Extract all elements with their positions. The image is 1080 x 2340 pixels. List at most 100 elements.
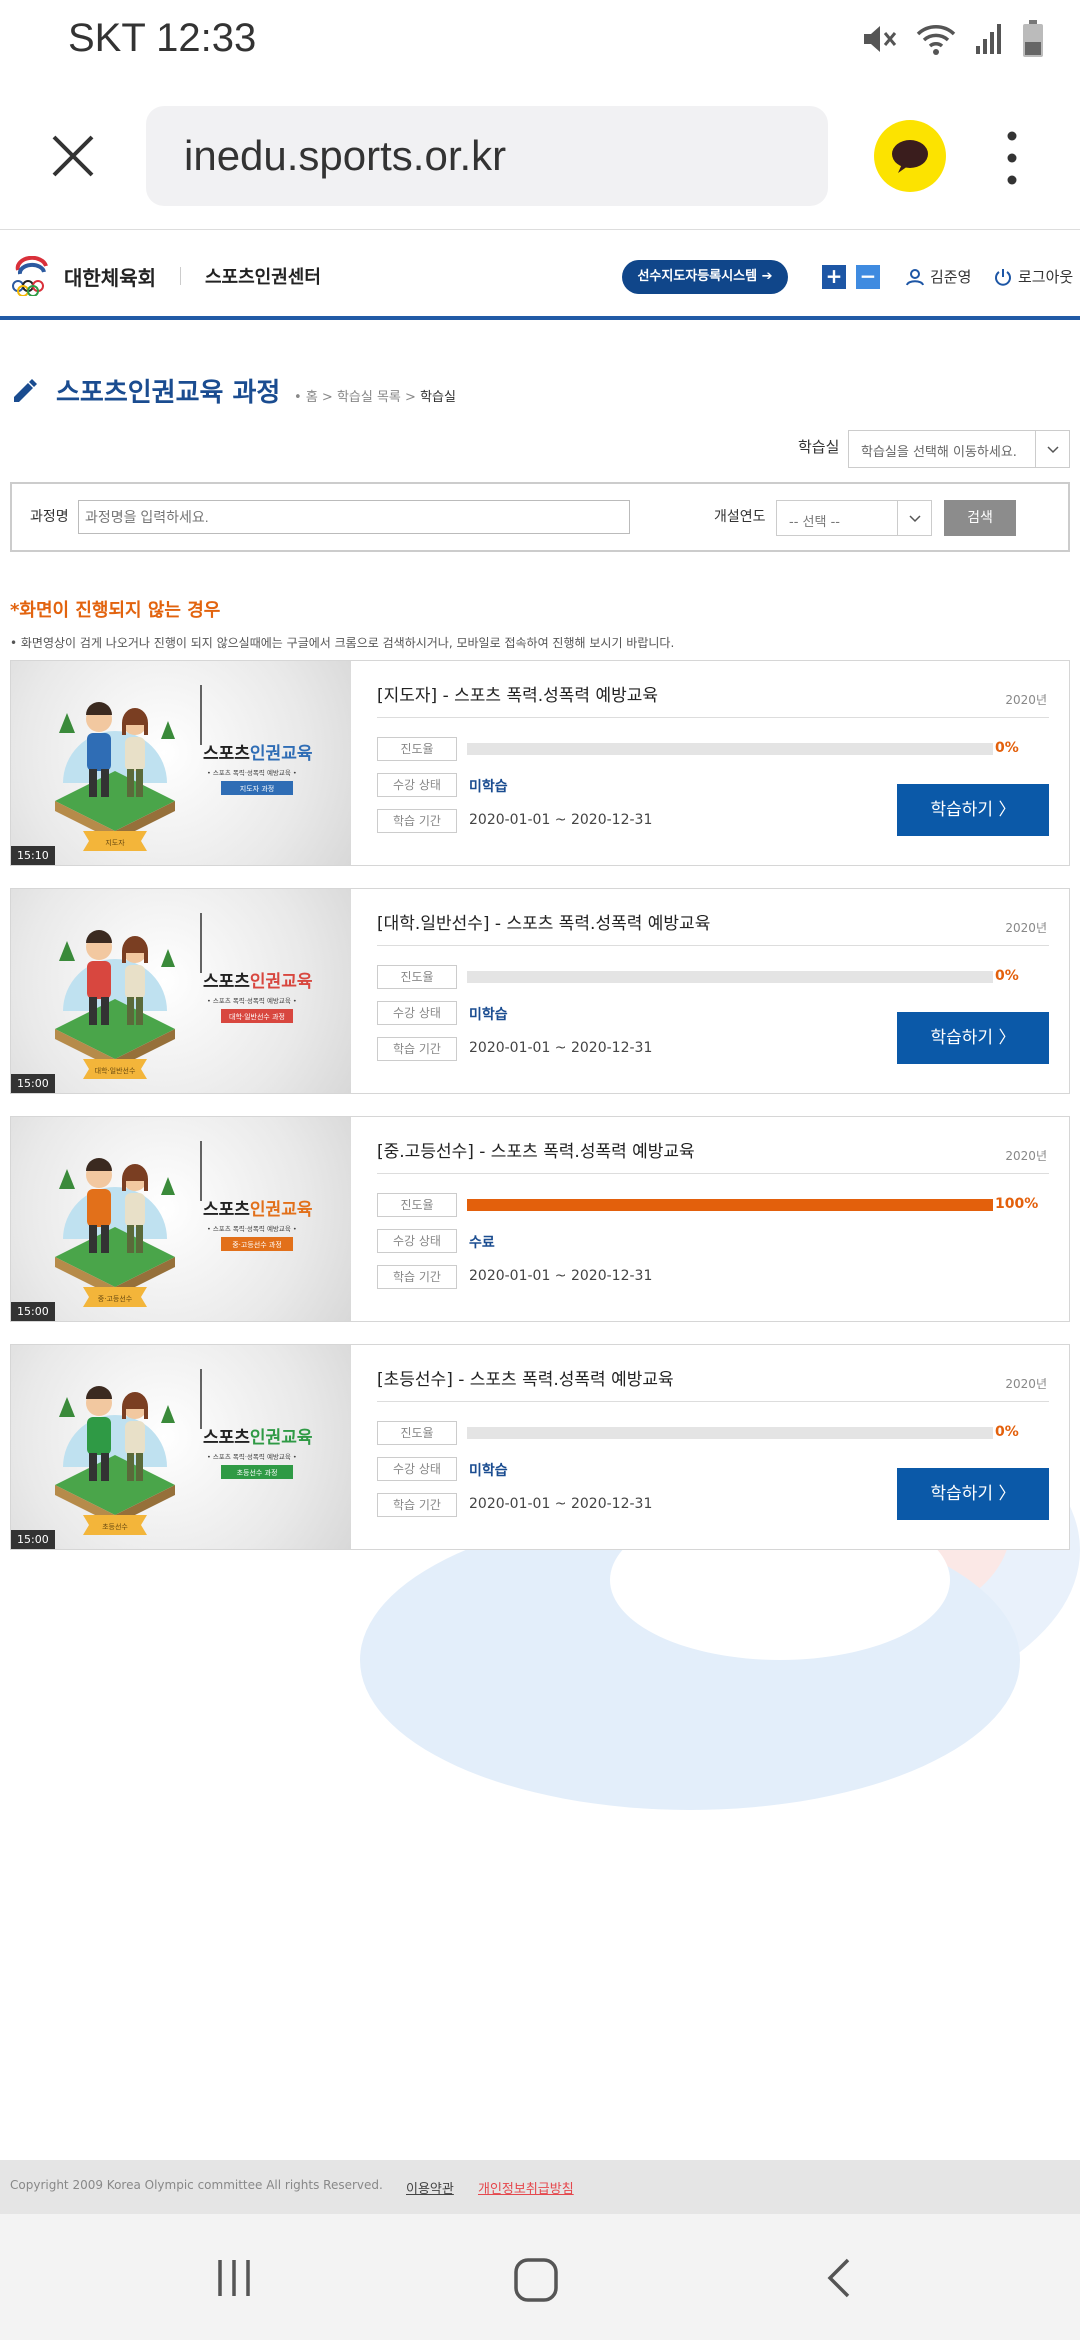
course-year: 2020년: [1005, 693, 1047, 707]
status-icons: [860, 20, 1044, 58]
progress-label: 진도율: [377, 737, 457, 761]
divider: [377, 1173, 1049, 1174]
thumb-ribbon: 지도자 과정: [240, 784, 274, 793]
carrier-time: SKT 12:33: [68, 16, 257, 60]
video-duration: 15:00: [11, 1302, 55, 1321]
video-duration: 15:00: [11, 1530, 55, 1549]
user-icon: [906, 268, 924, 285]
study-button[interactable]: 학습하기 〉: [897, 1012, 1049, 1064]
register-system-label: 선수지도자등록시스템: [637, 269, 758, 284]
progress-fill: [467, 1199, 993, 1211]
year-select[interactable]: -- 선택 --: [776, 500, 932, 536]
status-value: 미학습: [469, 1007, 508, 1023]
course-illustration-icon: 지도자 스포츠인권교육 • 스포츠 폭력·성폭력 예방교육 • 지도자 과정: [55, 685, 313, 851]
footer: Copyright 2009 Korea Olympic committee A…: [0, 2160, 1080, 2214]
status-label: 수강 상태: [377, 773, 457, 797]
divider: [377, 1401, 1049, 1402]
terms-link[interactable]: 이용약관: [406, 2178, 454, 2197]
course-thumbnail[interactable]: 중·고등선수 스포츠인권교육 • 스포츠 폭력·성폭력 예방교육 • 중·고등선…: [11, 1117, 351, 1321]
course-title[interactable]: [지도자] - 스포츠 폭력.성폭력 예방교육: [377, 681, 658, 706]
breadcrumb-home[interactable]: 홈: [306, 390, 318, 405]
thumb-title: 스포츠인권교육: [203, 972, 313, 992]
breadcrumb-list[interactable]: 학습실 목록: [337, 390, 401, 405]
year-select-value: -- 선택 --: [789, 515, 840, 530]
course-illustration-icon: 대학·일반선수 스포츠인권교육 • 스포츠 폭력·성폭력 예방교육 • 대학·일…: [55, 913, 313, 1079]
system-nav-bar: [0, 2214, 1080, 2340]
status-value: 미학습: [469, 1463, 508, 1479]
battery-icon: [1023, 20, 1043, 57]
progress-percent: 100%: [995, 1196, 1039, 1212]
room-select-value: 학습실을 선택해 이동하세요.: [861, 445, 1017, 460]
room-select-arrow: [1035, 431, 1069, 467]
course-illustration-icon: 중·고등선수 스포츠인권교육 • 스포츠 폭력·성폭력 예방교육 • 중·고등선…: [55, 1141, 313, 1307]
search-panel: 과정명 개설연도 -- 선택 -- 검색: [10, 482, 1070, 552]
course-year: 2020년: [1005, 1377, 1047, 1391]
chevron-down-icon: [1047, 446, 1059, 454]
video-duration: 15:10: [11, 846, 55, 865]
course-name-label: 과정명: [30, 509, 69, 525]
thumb-ribbon: 대학·일반선수 과정: [229, 1012, 285, 1021]
user-name: 김준영: [930, 268, 972, 286]
progress-label: 진도율: [377, 1421, 457, 1445]
study-button[interactable]: 학습하기 〉: [897, 1468, 1049, 1520]
zoom-out-button[interactable]: −: [856, 265, 880, 289]
org-name: 대한체육회: [64, 265, 156, 290]
course-thumbnail[interactable]: 대학·일반선수 스포츠인권교육 • 스포츠 폭력·성폭력 예방교육 • 대학·일…: [11, 889, 351, 1093]
period-value: 2020-01-01 ~ 2020-12-31: [469, 812, 653, 828]
divider: [377, 945, 1049, 946]
back-icon[interactable]: [820, 2256, 860, 2300]
more-menu-icon[interactable]: [998, 128, 1026, 188]
status-bar: SKT 12:33: [0, 0, 1080, 84]
status-value: 미학습: [469, 779, 508, 795]
progress-label: 진도율: [377, 1193, 457, 1217]
status-label: 수강 상태: [377, 1229, 457, 1253]
course-card: 지도자 스포츠인권교육 • 스포츠 폭력·성폭력 예방교육 • 지도자 과정 1…: [10, 660, 1070, 866]
recent-apps-icon[interactable]: [212, 2256, 256, 2300]
pencil-icon: [14, 378, 37, 402]
thumb-subtitle: • 스포츠 폭력·성폭력 예방교육 •: [207, 768, 297, 777]
period-value: 2020-01-01 ~ 2020-12-31: [469, 1496, 653, 1512]
status-label: 수강 상태: [377, 1001, 457, 1025]
period-label: 학습 기간: [377, 1493, 457, 1517]
url-text: inedu.sports.or.kr: [184, 132, 507, 179]
zoom-in-button[interactable]: +: [822, 265, 846, 289]
course-thumbnail[interactable]: 초등선수 스포츠인권교육 • 스포츠 폭력·성폭력 예방교육 • 초등선수 과정…: [11, 1345, 351, 1549]
period-value: 2020-01-01 ~ 2020-12-31: [469, 1040, 653, 1056]
course-title[interactable]: [초등선수] - 스포츠 폭력.성폭력 예방교육: [377, 1365, 674, 1390]
search-button[interactable]: 검색: [944, 500, 1016, 536]
kakao-chat-button[interactable]: [874, 120, 946, 192]
page-title: 스포츠인권교육 과정: [56, 378, 281, 408]
course-title[interactable]: [중.고등선수] - 스포츠 폭력.성폭력 예방교육: [377, 1137, 695, 1162]
home-icon[interactable]: [512, 2256, 560, 2304]
privacy-link[interactable]: 개인정보취급방침: [478, 2178, 574, 2197]
browser-toolbar: inedu.sports.or.kr: [0, 84, 1080, 230]
room-label: 학습실: [798, 438, 840, 456]
course-year: 2020년: [1005, 1149, 1047, 1163]
url-bar[interactable]: inedu.sports.or.kr: [146, 106, 828, 206]
course-thumbnail[interactable]: 지도자 스포츠인권교육 • 스포츠 폭력·성폭력 예방교육 • 지도자 과정 1…: [11, 661, 351, 865]
register-system-button[interactable]: 선수지도자등록시스템 ➔: [622, 260, 788, 294]
thumb-title: 스포츠인권교육: [203, 744, 313, 764]
chevron-down-icon: [909, 515, 921, 523]
thumb-ribbon: 초등선수 과정: [237, 1468, 278, 1477]
user-info[interactable]: 김준영: [906, 266, 971, 287]
notice-title: *화면이 진행되지 않는 경우: [10, 600, 221, 621]
signal-icon: [976, 24, 1001, 54]
thumb-title: 스포츠인권교육: [203, 1428, 313, 1448]
video-duration: 15:00: [11, 1074, 55, 1093]
year-label: 개설연도: [714, 509, 766, 525]
study-button[interactable]: 학습하기 〉: [897, 784, 1049, 836]
course-year: 2020년: [1005, 921, 1047, 935]
course-name-input[interactable]: [78, 500, 630, 534]
thumb-badge: 대학·일반선수: [95, 1066, 136, 1075]
site-logo[interactable]: 대한체육회 스포츠인권센터: [10, 256, 321, 296]
chat-bubble-icon: [892, 140, 928, 173]
progress-percent: 0%: [995, 740, 1019, 756]
room-select[interactable]: 학습실을 선택해 이동하세요.: [848, 430, 1070, 468]
close-icon[interactable]: [48, 131, 98, 181]
chevron-circle-icon: ➔: [761, 269, 773, 284]
thumb-badge: 중·고등선수: [98, 1294, 133, 1303]
thumb-subtitle: • 스포츠 폭력·성폭력 예방교육 •: [207, 996, 297, 1005]
course-title[interactable]: [대학.일반선수] - 스포츠 폭력.성폭력 예방교육: [377, 909, 710, 934]
logout-button[interactable]: 로그아웃: [994, 266, 1073, 287]
